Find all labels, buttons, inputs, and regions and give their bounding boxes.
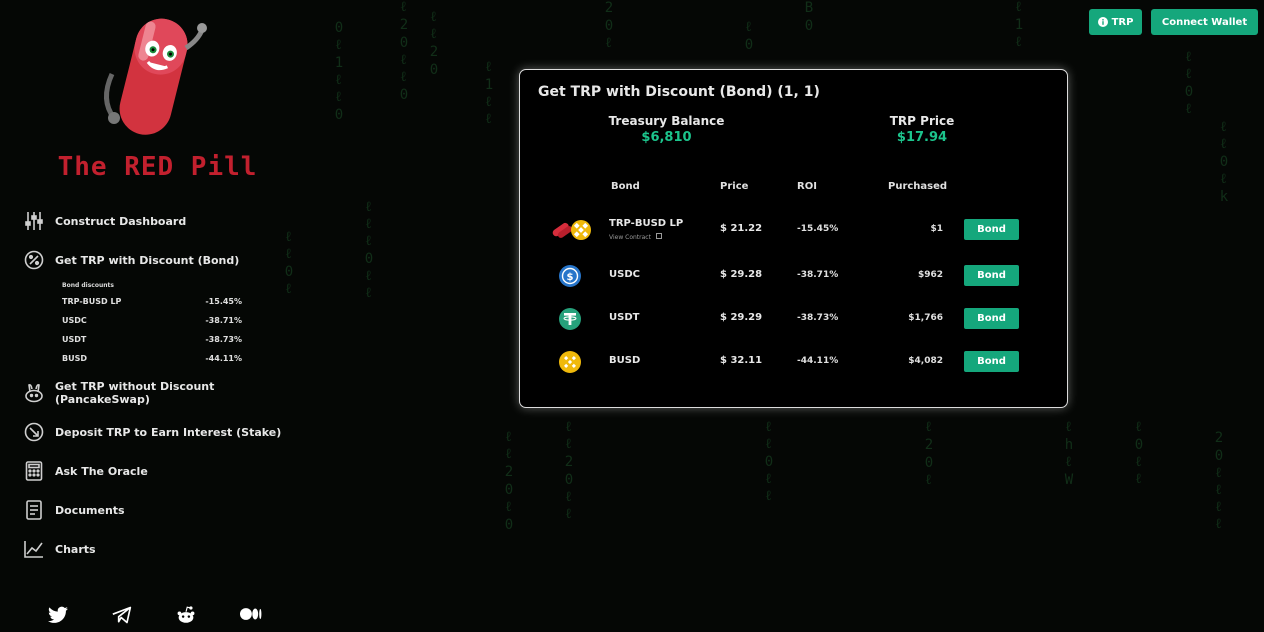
treasury-value: $6,810	[641, 130, 692, 145]
bond-price: $ 29.29	[720, 312, 763, 323]
discount-name: USDT	[62, 335, 87, 344]
nav-label: Documents	[55, 503, 125, 517]
view-contract-link[interactable]: View Contract	[609, 233, 662, 241]
nav-label: Get TRP with Discount (Bond)	[55, 253, 240, 267]
bond-button[interactable]: Bond	[964, 308, 1019, 329]
trp-price-label: TRP Price	[889, 114, 955, 128]
discount-name: USDC	[62, 316, 87, 325]
table-row: $ USDC $ 29.28 -38.71% $962 Bond	[520, 261, 1069, 291]
list-item[interactable]: BUSD -44.11%	[62, 354, 242, 373]
trp-price-value: $17.94	[896, 130, 948, 145]
nav-label: Charts	[55, 542, 96, 556]
treasury-label: Treasury Balance	[608, 114, 725, 128]
stake-icon	[24, 422, 44, 442]
bond-purchased: $4,082	[908, 356, 943, 366]
bond-name: USDT	[609, 312, 640, 323]
bond-button[interactable]: Bond	[964, 219, 1019, 240]
header-price: Price	[720, 181, 749, 192]
nav-bond[interactable]: Get TRP with Discount (Bond)	[24, 248, 239, 272]
discount-name: BUSD	[62, 354, 87, 363]
svg-text:$: $	[567, 272, 574, 283]
bond-card: Get TRP with Discount (Bond) (1, 1) Trea…	[519, 69, 1068, 408]
header-roi: ROI	[797, 181, 817, 192]
bond-roi: -15.45%	[797, 224, 839, 234]
sidebar: The RED Pill Construct Dashboard Get TRP…	[0, 0, 300, 632]
document-icon	[24, 500, 44, 520]
trp-price: TRP Price $17.94	[872, 114, 972, 145]
table-row: TRP-BUSD LP View Contract $ 21.22 -15.45…	[520, 215, 1069, 245]
nav-stake[interactable]: Deposit TRP to Earn Interest (Stake)	[24, 420, 281, 444]
social-links	[48, 606, 262, 626]
bond-price: $ 29.28	[720, 269, 763, 280]
bond-purchased: $1,766	[908, 313, 943, 323]
bond-button[interactable]: Bond	[964, 351, 1019, 372]
nav-label: Ask The Oracle	[55, 464, 148, 478]
trp-token-label: TRP	[1111, 16, 1134, 28]
calculator-icon	[24, 461, 44, 481]
trp-busd-lp-icon	[550, 218, 591, 242]
discount-value: -38.73%	[205, 335, 242, 344]
brand-name: The RED Pill	[57, 152, 258, 182]
header-purchased: Purchased	[888, 181, 948, 192]
usdt-icon	[558, 307, 598, 331]
info-icon	[1097, 17, 1108, 27]
external-link-icon	[655, 233, 662, 239]
bond-discounts-header: Bond discounts	[62, 282, 114, 289]
bond-price: $ 21.22	[720, 223, 763, 234]
connect-wallet-button[interactable]: Connect Wallet	[1151, 9, 1258, 35]
list-item[interactable]: USDC -38.71%	[62, 316, 242, 335]
bond-name: TRP-BUSD LP	[609, 218, 684, 229]
list-item[interactable]: TRP-BUSD LP -15.45%	[62, 297, 242, 316]
bond-discounts-list: Bond discounts TRP-BUSD LP -15.45% USDC …	[62, 282, 242, 373]
bond-purchased: $962	[917, 270, 943, 280]
nav-construct-dashboard[interactable]: Construct Dashboard	[24, 209, 186, 233]
view-contract-label: View Contract	[609, 234, 651, 241]
bond-roi: -44.11%	[797, 356, 839, 366]
nav-pancakeswap[interactable]: Get TRP without Discount (PancakeSwap)	[24, 380, 300, 406]
table-row: BUSD $ 32.11 -44.11% $4,082 Bond	[520, 347, 1069, 377]
sliders-icon	[24, 211, 44, 231]
header-bond: Bond	[611, 181, 640, 192]
bond-name: BUSD	[609, 355, 641, 366]
bond-purchased: $1	[930, 224, 943, 234]
treasury-balance: Treasury Balance $6,810	[604, 114, 729, 145]
bond-price: $ 32.11	[720, 355, 763, 366]
bond-name: USDC	[609, 269, 640, 280]
chart-icon	[24, 539, 44, 559]
table-row: USDT $ 29.29 -38.73% $1,766 Bond	[520, 304, 1069, 334]
discount-value: -15.45%	[205, 297, 242, 306]
red-pill-logo[interactable]	[90, 10, 220, 140]
busd-icon	[558, 350, 598, 374]
bunny-icon	[24, 383, 44, 403]
telegram-icon[interactable]	[112, 606, 132, 626]
nav-label: Get TRP without Discount (PancakeSwap)	[55, 380, 215, 406]
discount-value: -44.11%	[205, 354, 242, 363]
list-item[interactable]: USDT -38.73%	[62, 335, 242, 354]
medium-icon[interactable]	[240, 606, 262, 626]
twitter-icon[interactable]	[48, 606, 68, 626]
nav-ask-oracle[interactable]: Ask The Oracle	[24, 459, 148, 483]
reddit-icon[interactable]	[176, 606, 196, 626]
discount-icon	[24, 250, 44, 270]
bond-roi: -38.71%	[797, 270, 839, 280]
nav-label: Deposit TRP to Earn Interest (Stake)	[55, 425, 282, 439]
nav-charts[interactable]: Charts	[24, 537, 96, 561]
nav-label: Construct Dashboard	[55, 214, 187, 228]
discount-name: TRP-BUSD LP	[62, 297, 122, 306]
nav-documents[interactable]: Documents	[24, 498, 125, 522]
card-title: Get TRP with Discount (Bond) (1, 1)	[538, 84, 820, 100]
bond-button[interactable]: Bond	[964, 265, 1019, 286]
trp-token-button[interactable]: TRP	[1089, 9, 1142, 35]
usdc-icon: $	[558, 264, 598, 288]
discount-value: -38.71%	[205, 316, 242, 325]
bond-roi: -38.73%	[797, 313, 839, 323]
